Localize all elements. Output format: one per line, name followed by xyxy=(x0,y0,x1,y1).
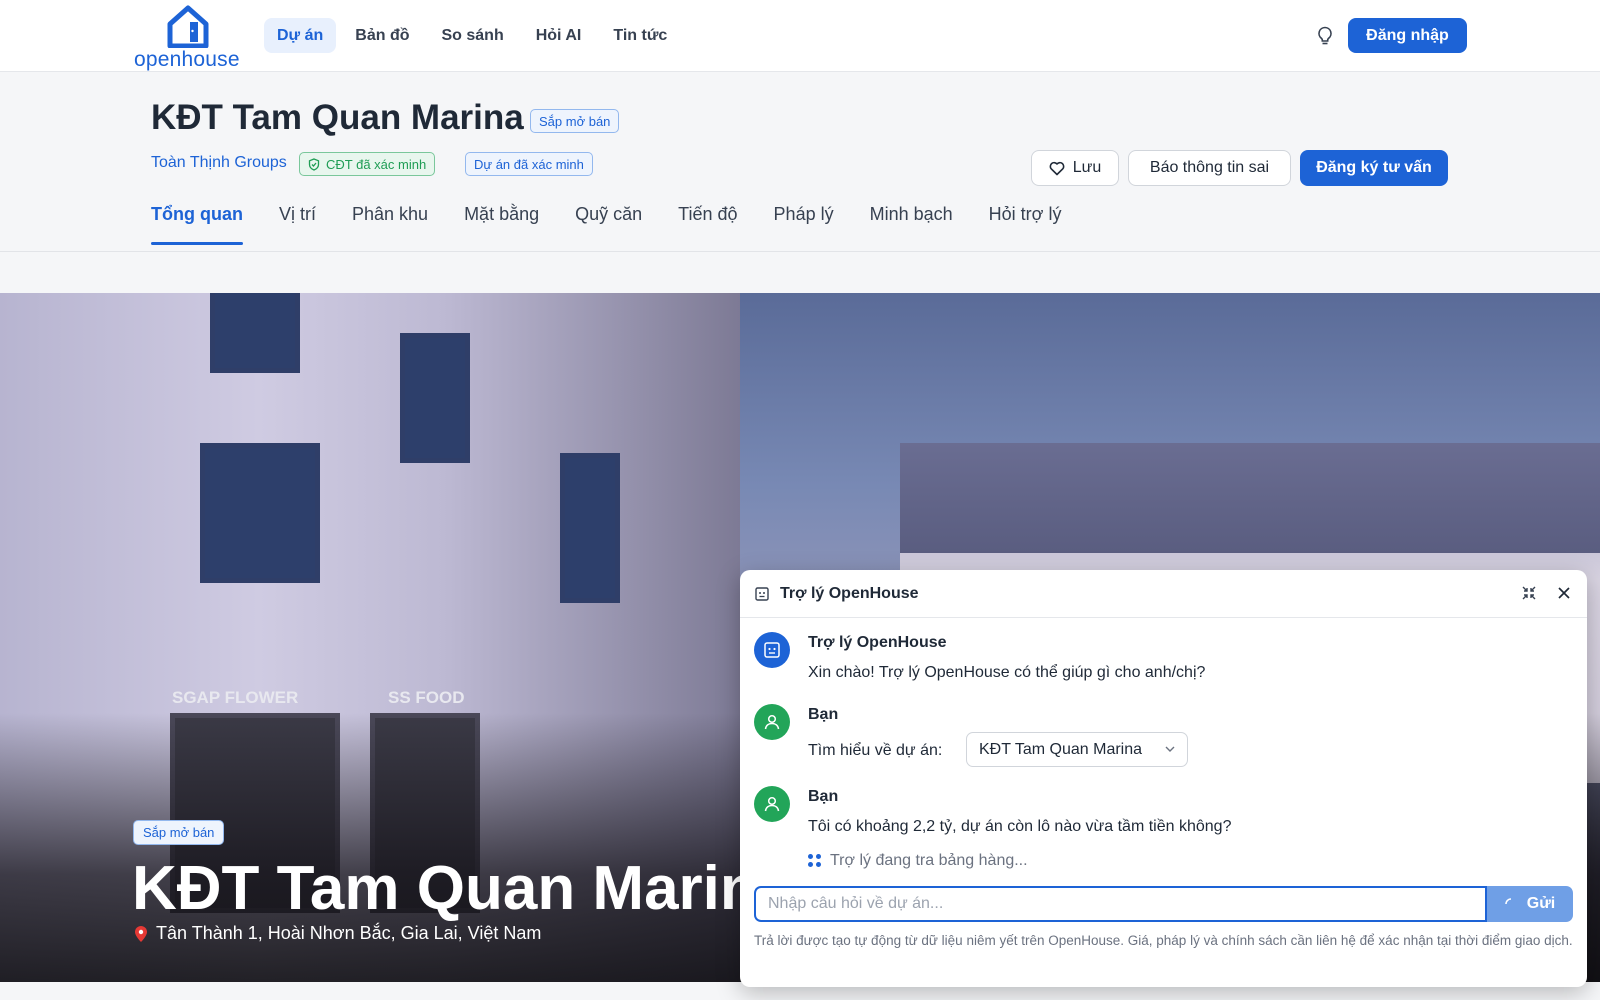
message-sender: Trợ lý OpenHouse xyxy=(808,634,947,651)
nav-item-projects[interactable]: Dự án xyxy=(264,18,337,53)
logo-text: openhouse xyxy=(134,48,240,71)
login-button[interactable]: Đăng nhập xyxy=(1348,18,1467,53)
developer-verified-badge: CĐT đã xác minh xyxy=(299,152,436,176)
loading-dots-icon xyxy=(808,854,822,868)
bot-avatar xyxy=(754,632,790,668)
location-pin-icon xyxy=(135,925,147,942)
shop-sign-food: SS FOOD xyxy=(388,688,465,707)
address-text: Tân Thành 1, Hoài Nhơn Bắc, Gia Lai, Việ… xyxy=(156,923,542,943)
chat-question-input[interactable] xyxy=(754,886,1487,922)
project-select-value: KĐT Tam Quan Marina xyxy=(979,740,1143,758)
nav-item-news[interactable]: Tin tức xyxy=(600,18,680,53)
status-badge: Sắp mở bán xyxy=(530,109,620,133)
report-wrong-info-button[interactable]: Báo thông tin sai xyxy=(1128,150,1291,186)
message-sender: Bạn xyxy=(808,788,839,805)
lightbulb-icon[interactable] xyxy=(1316,26,1334,46)
tab-transparency[interactable]: Minh bạch xyxy=(870,196,953,245)
user-avatar xyxy=(754,704,790,740)
tab-inventory[interactable]: Quỹ căn xyxy=(575,196,642,245)
nav-item-map[interactable]: Bản đồ xyxy=(342,18,422,53)
save-label: Lưu xyxy=(1072,159,1102,176)
tab-floor-plan[interactable]: Mặt bằng xyxy=(464,196,539,245)
project-tabs: Tổng quan Vị trí Phân khu Mặt bằng Quỹ c… xyxy=(151,196,1097,245)
nav-item-ask-ai[interactable]: Hỏi AI xyxy=(523,18,595,53)
project-verified-badge: Dự án đã xác minh xyxy=(465,152,593,176)
robot-icon xyxy=(755,587,769,601)
message-text: Xin chào! Trợ lý OpenHouse có thể giúp g… xyxy=(808,664,1206,681)
close-icon[interactable] xyxy=(1556,585,1572,601)
chevron-down-icon xyxy=(1165,746,1175,752)
message-sender: Bạn xyxy=(808,706,839,723)
hero-status-badge: Sắp mở bán xyxy=(133,820,225,845)
chat-disclaimer: Trả lời được tạo tự động từ dữ liệu niêm… xyxy=(754,933,1573,948)
message-text: Tìm hiểu về dự án: xyxy=(808,742,943,759)
tab-legal[interactable]: Pháp lý xyxy=(774,196,834,245)
heart-icon xyxy=(1049,161,1065,175)
send-button[interactable]: Gửi xyxy=(1487,886,1573,922)
robot-avatar-icon xyxy=(764,642,780,658)
tab-overview[interactable]: Tổng quan xyxy=(151,196,243,245)
collapse-icon[interactable] xyxy=(1521,585,1537,601)
send-label: Gửi xyxy=(1526,895,1556,912)
shield-check-icon xyxy=(308,157,320,171)
user-icon xyxy=(764,714,780,730)
chat-header: Trợ lý OpenHouse xyxy=(740,570,1587,618)
tab-ask-assistant[interactable]: Hỏi trợ lý xyxy=(989,196,1062,245)
message-text: Tôi có khoảng 2,2 tỷ, dự án còn lô nào v… xyxy=(808,818,1232,835)
assistant-chat-panel: Trợ lý OpenHouse Trợ lý OpenHouse Xin ch… xyxy=(740,570,1587,987)
main-nav: Dự án Bản đồ So sánh Hỏi AI Tin tức xyxy=(264,18,680,53)
typing-indicator: Trợ lý đang tra bảng hàng... xyxy=(808,852,1028,870)
user-avatar xyxy=(754,786,790,822)
project-select[interactable]: KĐT Tam Quan Marina xyxy=(966,732,1188,767)
user-icon xyxy=(764,796,780,812)
top-navbar: openhouse Dự án Bản đồ So sánh Hỏi AI Ti… xyxy=(0,0,1600,72)
shop-sign-flower: SGAP FLOWER xyxy=(172,688,299,707)
developer-link[interactable]: Toàn Thịnh Groups xyxy=(151,154,287,172)
nav-item-compare[interactable]: So sánh xyxy=(428,18,516,53)
tab-location[interactable]: Vị trí xyxy=(279,196,316,245)
project-header: KĐT Tam Quan Marina Sắp mở bán Toàn Thịn… xyxy=(0,72,1600,252)
openhouse-logo[interactable]: openhouse xyxy=(134,4,240,71)
project-title: KĐT Tam Quan Marina xyxy=(151,98,524,137)
spinner-icon xyxy=(1505,898,1511,905)
tab-progress[interactable]: Tiến độ xyxy=(678,196,737,245)
typing-text: Trợ lý đang tra bảng hàng... xyxy=(830,852,1028,869)
hero-address: Tân Thành 1, Hoài Nhơn Bắc, Gia Lai, Việ… xyxy=(134,923,541,944)
tab-subdivision[interactable]: Phân khu xyxy=(352,196,428,245)
save-button[interactable]: Lưu xyxy=(1031,150,1119,186)
chat-title: Trợ lý OpenHouse xyxy=(780,585,919,602)
developer-verified-label: CĐT đã xác minh xyxy=(326,156,427,172)
hero-title: KĐT Tam Quan Marina xyxy=(132,854,793,923)
house-logo-icon xyxy=(167,5,209,48)
register-consult-button[interactable]: Đăng ký tư vấn xyxy=(1300,150,1448,186)
